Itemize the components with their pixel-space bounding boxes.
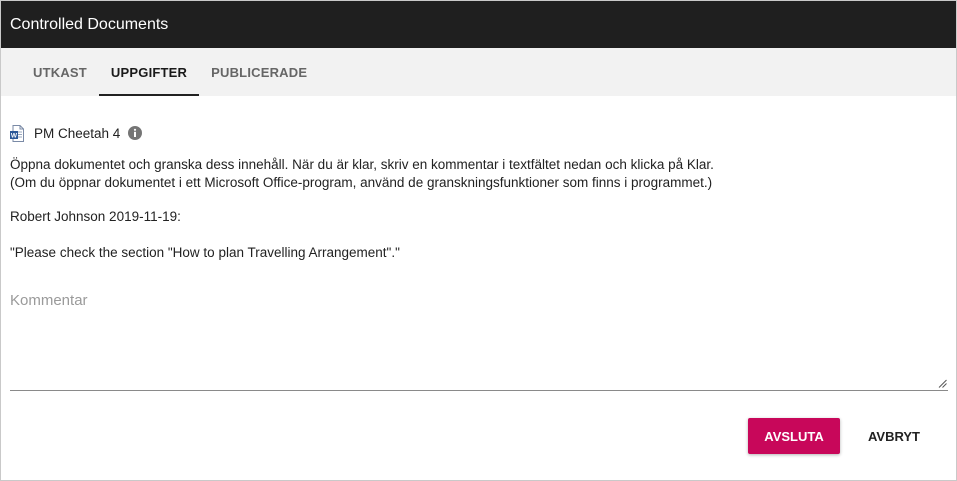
comment-quote: "Please check the section "How to plan T…: [10, 245, 400, 260]
dialog-window: Controlled Documents UTKAST UPPGIFTER PU…: [0, 0, 957, 481]
action-bar: AVSLUTA AVBRYT: [748, 418, 938, 454]
tab-publicerade[interactable]: PUBLICERADE: [199, 48, 319, 96]
instructions-text: Öppna dokumentet och granska dess innehå…: [10, 156, 948, 192]
info-icon[interactable]: [128, 126, 143, 140]
comment-textarea[interactable]: [10, 292, 948, 390]
document-name-link[interactable]: PM Cheetah 4: [34, 126, 120, 141]
tab-bar: UTKAST UPPGIFTER PUBLICERADE: [1, 48, 956, 96]
tab-label: PUBLICERADE: [211, 64, 308, 80]
resize-grip-icon[interactable]: [938, 379, 947, 388]
tab-utkast[interactable]: UTKAST: [21, 48, 99, 96]
svg-text:W: W: [11, 132, 18, 139]
tab-uppgifter[interactable]: UPPGIFTER: [98, 48, 200, 96]
word-document-icon[interactable]: W: [10, 124, 24, 142]
document-row: W PM Cheetah 4: [10, 123, 948, 143]
finish-button[interactable]: AVSLUTA: [748, 418, 840, 454]
comment-field-container: [10, 292, 948, 391]
cancel-button[interactable]: AVBRYT: [850, 418, 938, 454]
instructions-line-1: Öppna dokumentet och granska dess innehå…: [10, 157, 714, 172]
tab-label: UTKAST: [33, 64, 87, 80]
tab-label: UPPGIFTER: [110, 64, 188, 80]
comment-author-line: Robert Johnson 2019-11-19:: [10, 209, 181, 224]
task-content: W PM Cheetah 4 Öppna dokumentet och gran…: [1, 123, 956, 391]
instructions-line-2: (Om du öppnar dokumentet i ett Microsoft…: [10, 175, 713, 190]
title-bar: Controlled Documents: [1, 1, 956, 48]
window-title: Controlled Documents: [10, 15, 169, 33]
